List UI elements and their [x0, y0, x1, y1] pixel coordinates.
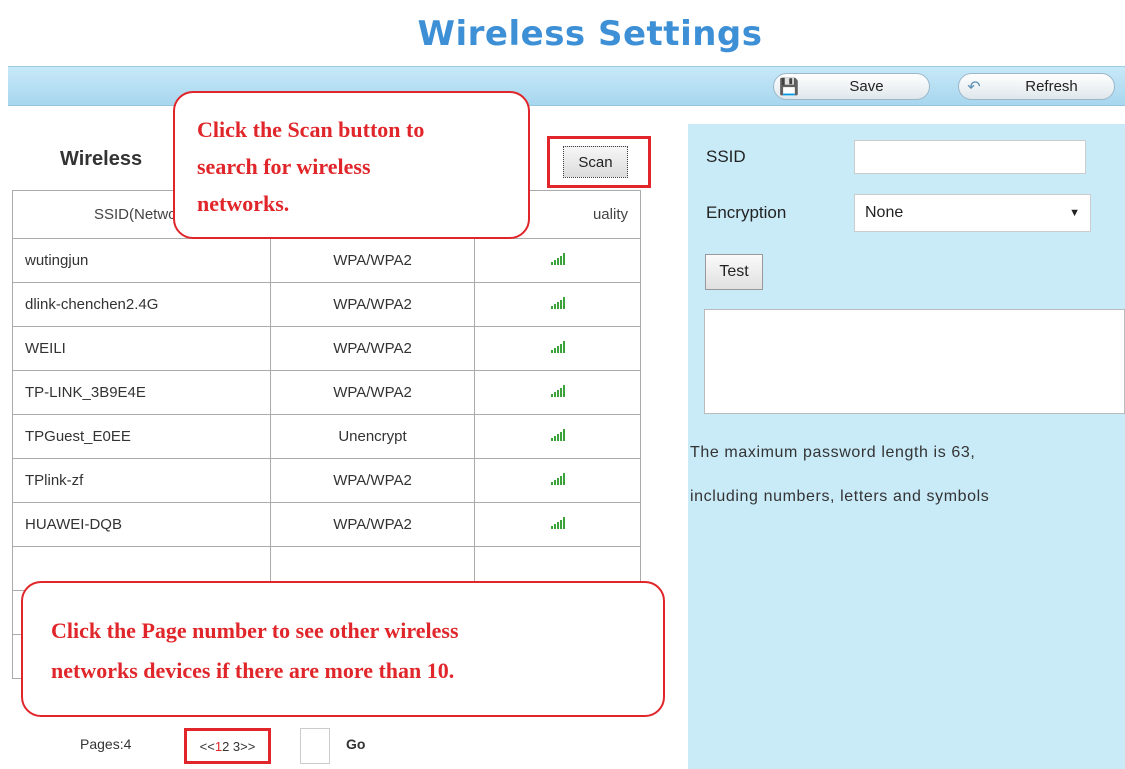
signal-icon — [550, 341, 565, 353]
other-page-links[interactable]: 2 3 — [222, 739, 240, 754]
row-ssid: wutingjun — [12, 238, 271, 283]
save-label: Save — [849, 78, 884, 95]
refresh-icon: ↶ — [967, 78, 981, 96]
row-encryption: WPA/WPA2 — [270, 326, 475, 371]
page-number-input[interactable] — [300, 728, 330, 764]
row-encryption: WPA/WPA2 — [270, 458, 475, 503]
row-encryption: Unencrypt — [270, 414, 475, 459]
ssid-input[interactable] — [854, 140, 1086, 174]
table-row[interactable]: WEILI WPA/WPA2 — [12, 326, 641, 371]
signal-icon — [550, 385, 565, 397]
refresh-label: Refresh — [1025, 78, 1078, 95]
scan-callout: Click the Scan button to search for wire… — [173, 91, 530, 239]
encryption-select[interactable]: None ▼ — [854, 194, 1091, 232]
row-ssid: WEILI — [12, 326, 271, 371]
scan-callout-line2: search for wireless — [197, 154, 371, 179]
password-hint-line2: including numbers, letters and symbols — [690, 488, 990, 505]
ssid-label: SSID — [706, 147, 746, 166]
row-ssid: TPlink-zf — [12, 458, 271, 503]
page-callout-line1: Click the Page number to see other wirel… — [51, 618, 459, 643]
row-signal — [474, 282, 641, 327]
prev-page-link[interactable]: << — [200, 739, 215, 754]
signal-icon — [550, 297, 565, 309]
page-links[interactable]: << 1 2 3 >> — [184, 728, 271, 764]
wireless-list-title: Wireless — [60, 148, 143, 170]
go-button[interactable]: Go — [346, 736, 365, 752]
page-callout-line2: networks devices if there are more than … — [51, 658, 455, 683]
row-encryption: WPA/WPA2 — [270, 238, 475, 283]
page-count: Pages:4 — [80, 736, 132, 752]
current-page-link[interactable]: 1 — [215, 739, 222, 754]
page-callout: Click the Page number to see other wirel… — [21, 581, 665, 717]
signal-icon — [550, 517, 565, 529]
encryption-value: None — [865, 204, 904, 221]
save-button[interactable]: 💾 Save — [773, 73, 930, 100]
scan-callout-line3: networks. — [197, 191, 290, 216]
row-signal — [474, 502, 641, 547]
password-hint-line1: The maximum password length is 63, — [690, 444, 976, 461]
test-button[interactable]: Test — [705, 254, 763, 290]
signal-icon — [550, 253, 565, 265]
table-row[interactable]: HUAWEI-DQB WPA/WPA2 — [12, 502, 641, 547]
row-ssid: HUAWEI-DQB — [12, 502, 271, 547]
row-signal — [474, 414, 641, 459]
next-page-link[interactable]: >> — [240, 739, 255, 754]
signal-icon — [550, 473, 565, 485]
refresh-button[interactable]: ↶ Refresh — [958, 73, 1115, 100]
row-encryption: WPA/WPA2 — [270, 502, 475, 547]
table-row[interactable]: TP-LINK_3B9E4E WPA/WPA2 — [12, 370, 641, 415]
row-encryption: WPA/WPA2 — [270, 282, 475, 327]
table-row[interactable]: TPGuest_E0EE Unencrypt — [12, 414, 641, 459]
row-signal — [474, 370, 641, 415]
page-title: Wireless Settings — [417, 14, 763, 54]
row-encryption: WPA/WPA2 — [270, 370, 475, 415]
row-ssid: dlink-chenchen2.4G — [12, 282, 271, 327]
chevron-down-icon: ▼ — [1069, 207, 1080, 219]
table-row[interactable]: dlink-chenchen2.4G WPA/WPA2 — [12, 282, 641, 327]
scan-callout-line1: Click the Scan button to — [197, 117, 425, 142]
row-signal — [474, 458, 641, 503]
row-ssid: TPGuest_E0EE — [12, 414, 271, 459]
table-row[interactable]: TPlink-zf WPA/WPA2 — [12, 458, 641, 503]
row-signal — [474, 326, 641, 371]
signal-icon — [550, 429, 565, 441]
row-ssid: TP-LINK_3B9E4E — [12, 370, 271, 415]
scan-highlight-box — [547, 136, 651, 188]
encryption-label: Encryption — [706, 203, 787, 222]
table-row[interactable]: wutingjun WPA/WPA2 — [12, 238, 641, 283]
test-result-box — [704, 309, 1125, 414]
save-icon: 💾 — [779, 78, 799, 96]
row-signal — [474, 238, 641, 283]
